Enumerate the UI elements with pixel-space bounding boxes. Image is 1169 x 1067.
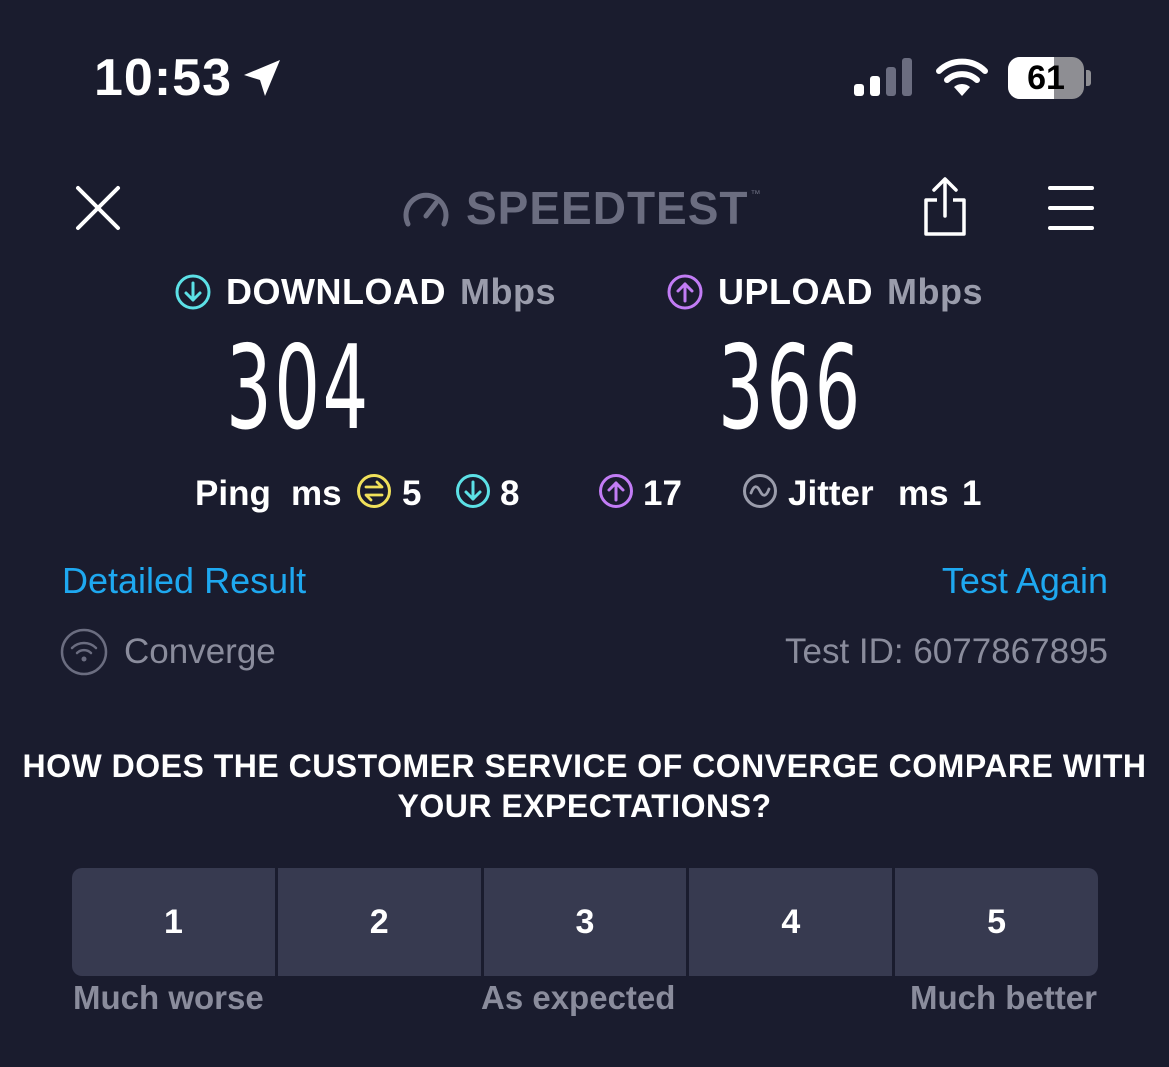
rating-scale: 1 2 3 4 5 bbox=[72, 868, 1098, 976]
jitter-icon bbox=[743, 474, 777, 508]
location-arrow-icon bbox=[244, 60, 280, 96]
test-again-link[interactable]: Test Again bbox=[942, 558, 1108, 604]
ping-label: Ping bbox=[195, 474, 271, 513]
close-button[interactable] bbox=[72, 182, 124, 234]
provider-name: Converge bbox=[124, 632, 276, 671]
battery-indicator: 61 bbox=[1008, 57, 1084, 99]
scale-low-label: Much worse bbox=[73, 979, 264, 1016]
ping-unit: ms bbox=[291, 474, 342, 513]
download-arrow-icon bbox=[175, 274, 211, 310]
speedtest-result-screen: 10:53 61 SPEEDTEST ™ DOWNLOAD Mbps UPLOA… bbox=[0, 0, 1169, 1067]
survey-question: HOW DOES THE CUSTOMER SERVICE OF CONVERG… bbox=[22, 748, 1147, 824]
wifi-icon bbox=[936, 58, 988, 96]
jitter-unit: ms bbox=[898, 474, 949, 513]
ping-download-value: 8 bbox=[500, 474, 520, 513]
cellular-signal-icon bbox=[854, 58, 912, 96]
upload-unit: Mbps bbox=[887, 271, 983, 312]
rating-option-1[interactable]: 1 bbox=[72, 868, 275, 976]
scale-mid-label: As expected bbox=[481, 979, 676, 1016]
logo-text: SPEEDTEST bbox=[466, 182, 749, 234]
download-latency-icon bbox=[456, 474, 490, 508]
rating-option-4[interactable]: 4 bbox=[689, 868, 893, 976]
rating-option-5[interactable]: 5 bbox=[895, 868, 1098, 976]
test-id: Test ID: 6077867895 bbox=[784, 632, 1108, 671]
wifi-provider-icon bbox=[60, 628, 108, 676]
trademark-mark: ™ bbox=[750, 188, 761, 200]
upload-latency-icon bbox=[599, 474, 633, 508]
ping-idle-value: 5 bbox=[402, 474, 422, 513]
download-heading: DOWNLOAD Mbps bbox=[174, 270, 556, 314]
status-time: 10:53 bbox=[94, 49, 232, 107]
ping-upload-value: 17 bbox=[643, 474, 682, 513]
speedometer-icon bbox=[403, 192, 449, 227]
battery-nub bbox=[1086, 70, 1091, 86]
upload-speed-value: 366 bbox=[718, 321, 863, 456]
battery-percent: 61 bbox=[1027, 59, 1065, 97]
scale-high-label: Much better bbox=[909, 979, 1097, 1016]
menu-icon[interactable] bbox=[1046, 184, 1096, 232]
download-unit: Mbps bbox=[459, 271, 556, 312]
download-speed-value: 304 bbox=[226, 321, 371, 456]
detailed-result-link[interactable]: Detailed Result bbox=[62, 558, 306, 604]
rating-option-3[interactable]: 3 bbox=[483, 868, 687, 976]
download-label: DOWNLOAD bbox=[226, 271, 446, 312]
upload-label: UPLOAD bbox=[718, 271, 873, 312]
idle-latency-icon bbox=[357, 474, 391, 508]
speedtest-logo: SPEEDTEST ™ bbox=[400, 182, 761, 234]
jitter-value: 1 bbox=[962, 474, 982, 513]
share-button[interactable] bbox=[920, 176, 970, 238]
upload-heading: UPLOAD Mbps bbox=[666, 270, 983, 314]
jitter-label: Jitter bbox=[788, 474, 874, 513]
rating-option-2[interactable]: 2 bbox=[277, 868, 481, 976]
upload-arrow-icon bbox=[667, 274, 703, 310]
